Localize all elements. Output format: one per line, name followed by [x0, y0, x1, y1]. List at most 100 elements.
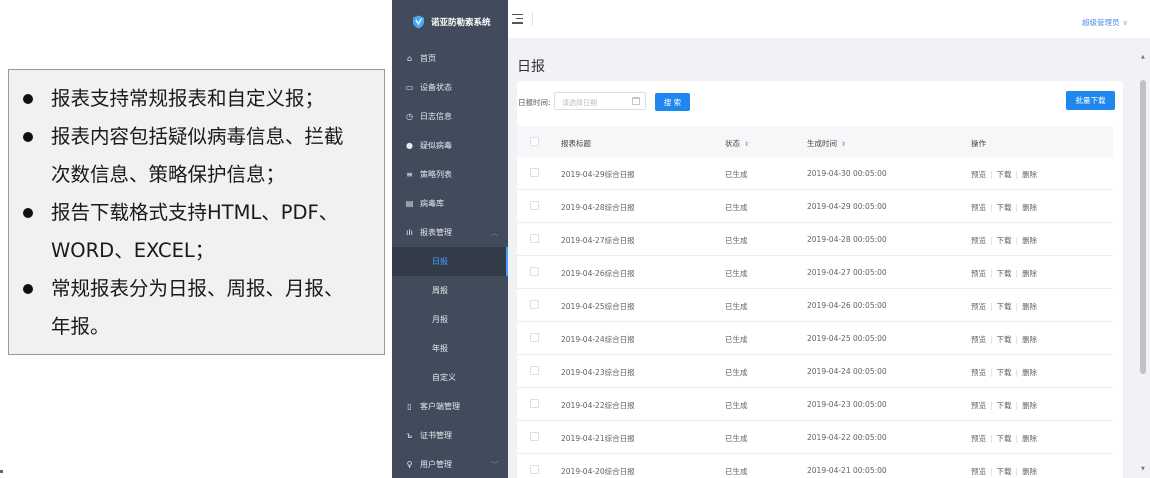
sidebar-item-client-management[interactable]: ▯ 客户端管理 [392, 392, 508, 421]
preview-link[interactable]: 预览 [971, 203, 986, 212]
row-actions: 预览 | 下载 | 删除 [971, 202, 1037, 213]
download-link[interactable]: 下载 [997, 236, 1012, 245]
download-link[interactable]: 下载 [997, 401, 1012, 410]
download-link[interactable]: 下载 [997, 434, 1012, 443]
menu-toggle-icon[interactable] [512, 14, 523, 24]
batch-download-button[interactable]: 批量下载 [1066, 91, 1115, 110]
row-checkbox[interactable] [530, 366, 539, 375]
download-link[interactable]: 下载 [997, 269, 1012, 278]
preview-link[interactable]: 预览 [971, 269, 986, 278]
chevron-up-icon: ︿ [491, 229, 498, 237]
user-name: 超级管理员 [1082, 18, 1120, 27]
select-all-checkbox[interactable] [530, 137, 539, 146]
delete-link[interactable]: 删除 [1022, 170, 1037, 179]
preview-link[interactable]: 预览 [971, 302, 986, 311]
download-link[interactable]: 下载 [997, 335, 1012, 344]
row-actions: 预览 | 下载 | 删除 [971, 235, 1037, 246]
delete-link[interactable]: 删除 [1022, 269, 1037, 278]
row-checkbox[interactable] [530, 300, 539, 309]
download-link[interactable]: 下载 [997, 302, 1012, 311]
row-checkbox[interactable] [530, 432, 539, 441]
report-status: 已生成 [725, 467, 748, 476]
sidebar-item-suspected-virus[interactable]: ● 疑似病毒 [392, 131, 508, 160]
report-time: 2019-04-27 00:05:00 [807, 268, 887, 277]
delete-link[interactable]: 删除 [1022, 434, 1037, 443]
report-status: 已生成 [725, 368, 748, 377]
home-icon: ⌂ [406, 54, 413, 63]
sidebar-subitem-custom[interactable]: 自定义 [392, 363, 508, 392]
download-link[interactable]: 下载 [997, 368, 1012, 377]
download-link[interactable]: 下载 [997, 203, 1012, 212]
user-icon: ♀ [406, 460, 413, 469]
download-link[interactable]: 下载 [997, 467, 1012, 476]
clock-icon: ◷ [406, 112, 413, 121]
sidebar-item-user-management[interactable]: ♀ 用户管理 ﹀ [392, 450, 508, 478]
row-checkbox[interactable] [530, 267, 539, 276]
report-time: 2019-04-28 00:05:00 [807, 235, 887, 244]
sidebar-item-certificate-management[interactable]: ъ 证书管理 [392, 421, 508, 450]
report-title: 2019-04-28综合日报 [561, 203, 635, 212]
scroll-up-icon[interactable]: ▲ [1141, 54, 1145, 60]
sidebar-item-label: 报表管理 [420, 228, 452, 237]
row-checkbox[interactable] [530, 333, 539, 342]
header-status[interactable]: 状态 ⬍ [725, 138, 749, 149]
report-time: 2019-04-30 00:05:00 [807, 169, 887, 178]
preview-link[interactable]: 预览 [971, 335, 986, 344]
preview-link[interactable]: 预览 [971, 434, 986, 443]
search-button[interactable]: 搜 索 [655, 93, 690, 111]
feature-bullet-continuation: 年报。 [21, 308, 376, 346]
delete-link[interactable]: 删除 [1022, 467, 1037, 476]
preview-link[interactable]: 预览 [971, 236, 986, 245]
sidebar-subitem-daily[interactable]: 日报 [392, 247, 508, 276]
sidebar-item-policy-list[interactable]: ≡ 策略列表 [392, 160, 508, 189]
report-time: 2019-04-25 00:05:00 [807, 334, 887, 343]
row-checkbox[interactable] [530, 399, 539, 408]
preview-link[interactable]: 预览 [971, 170, 986, 179]
scrollbar-thumb[interactable] [1140, 80, 1146, 374]
header-ops: 操作 [971, 139, 986, 148]
sort-icon[interactable]: ⬍ [841, 141, 846, 148]
sidebar-item-virus-db[interactable]: ▤ 病毒库 [392, 189, 508, 218]
table-row: 2019-04-21综合日报 已生成 2019-04-22 00:05:00 预览 | 下… [517, 421, 1113, 454]
sidebar-item-report-management[interactable]: ılı 报表管理 ︿ [392, 218, 508, 247]
delete-link[interactable]: 删除 [1022, 401, 1037, 410]
sidebar-item-label: 病毒库 [420, 199, 444, 208]
header-time[interactable]: 生成时间 ⬍ [807, 138, 846, 149]
row-checkbox[interactable] [530, 201, 539, 210]
report-title: 2019-04-29综合日报 [561, 170, 635, 179]
preview-link[interactable]: 预览 [971, 401, 986, 410]
date-picker-input[interactable]: 请选择日期 [554, 92, 646, 110]
download-link[interactable]: 下载 [997, 170, 1012, 179]
action-divider: | [1015, 203, 1019, 212]
sidebar-item-home[interactable]: ⌂ 首页 [392, 44, 508, 73]
delete-link[interactable]: 删除 [1022, 368, 1037, 377]
sidebar-item-label: 日志信息 [420, 112, 452, 121]
sidebar-item-device-status[interactable]: ▭ 设备状态 [392, 73, 508, 102]
row-checkbox[interactable] [530, 234, 539, 243]
preview-link[interactable]: 预览 [971, 368, 986, 377]
feature-bullet: 报告下载格式支持HTML、PDF、 [21, 194, 376, 232]
scroll-down-icon[interactable]: ▼ [1141, 466, 1145, 472]
row-checkbox[interactable] [530, 465, 539, 474]
feature-text: 次数信息、策略保护信息； [51, 163, 286, 186]
delete-link[interactable]: 删除 [1022, 236, 1037, 245]
sidebar-subitem-monthly[interactable]: 月报 [392, 305, 508, 334]
sort-icon[interactable]: ⬍ [744, 141, 749, 148]
delete-link[interactable]: 删除 [1022, 203, 1037, 212]
header-time-label: 生成时间 [807, 139, 837, 148]
feature-text: 报告下载格式支持HTML、PDF、 [51, 201, 339, 224]
vertical-scrollbar[interactable]: ▲ ▼ [1140, 54, 1146, 472]
sidebar-subitem-weekly[interactable]: 周报 [392, 276, 508, 305]
delete-link[interactable]: 删除 [1022, 302, 1037, 311]
action-divider: | [990, 302, 993, 311]
delete-link[interactable]: 删除 [1022, 335, 1037, 344]
user-menu[interactable]: 超级管理员 ∨ [1082, 17, 1128, 28]
row-checkbox[interactable] [530, 168, 539, 177]
table-row: 2019-04-27综合日报 已生成 2019-04-28 00:05:00 预览 | 下… [517, 223, 1113, 256]
report-status: 已生成 [725, 236, 748, 245]
sidebar-subitem-yearly[interactable]: 年报 [392, 334, 508, 363]
sidebar-item-logs[interactable]: ◷ 日志信息 [392, 102, 508, 131]
preview-link[interactable]: 预览 [971, 467, 986, 476]
sidebar-item-label: 用户管理 [420, 460, 452, 469]
feature-text: WORD、EXCEL； [51, 239, 215, 262]
